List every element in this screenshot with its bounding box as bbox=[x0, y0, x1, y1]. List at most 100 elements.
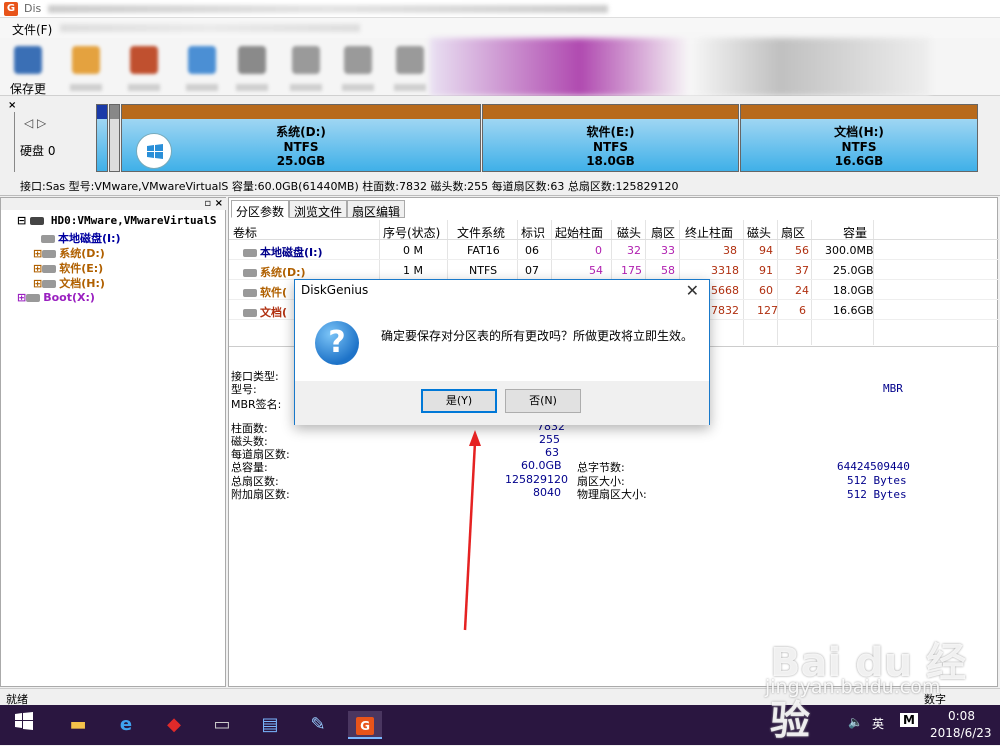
disk-label: 硬盘 0 bbox=[20, 144, 56, 158]
windows-logo-icon bbox=[136, 133, 172, 169]
app-red-diamond-icon[interactable]: ◆ bbox=[160, 711, 188, 739]
cell: 56 bbox=[795, 244, 809, 257]
col-header[interactable]: 扇区 bbox=[651, 224, 675, 241]
tab-partition-params[interactable]: 分区参数 bbox=[231, 200, 289, 219]
partition-details-panel: 分区参数 浏览文件 扇区编辑 卷标 序号(状态) 文件系统 标识 起始柱面 磁头… bbox=[228, 197, 999, 687]
col-header[interactable]: 起始柱面 bbox=[555, 224, 603, 241]
file-explorer-icon[interactable]: ▬ bbox=[64, 711, 92, 739]
save-confirm-dialog: DiskGenius ✕ ? 确定要保存对分区表的所有更改吗？所做更改将立即生效… bbox=[294, 279, 710, 425]
partition-icon bbox=[42, 280, 57, 288]
tree-item[interactable]: 本地磁盘(I:) bbox=[41, 230, 121, 246]
col-header[interactable]: 序号(状态) bbox=[383, 224, 440, 241]
internet-explorer-icon[interactable]: e bbox=[112, 711, 140, 739]
network-computer-icon[interactable]: ▤ bbox=[256, 711, 284, 739]
close-icon[interactable]: ✕ bbox=[686, 281, 699, 300]
tree-disk-label: HD0:VMware,VMwareVirtualS bbox=[50, 214, 217, 227]
cell: 25.0GB bbox=[833, 264, 874, 277]
save-changes-label: 保存更 bbox=[9, 82, 46, 96]
partition-bar-system[interactable]: 系统(D:) NTFS 25.0GB bbox=[121, 104, 481, 172]
start-windows-icon[interactable] bbox=[10, 711, 38, 739]
cell: 6 bbox=[799, 304, 806, 317]
no-button[interactable]: 否(N) bbox=[505, 389, 581, 413]
col-header[interactable]: 标识 bbox=[521, 224, 545, 241]
toolbar-button-4[interactable] bbox=[180, 44, 224, 94]
toolbar-button-6[interactable] bbox=[284, 44, 328, 94]
partition-icon bbox=[42, 265, 57, 273]
tree-item-label: 软件(E:) bbox=[59, 262, 104, 275]
toolbar-button-8[interactable] bbox=[388, 44, 432, 94]
col-header[interactable]: 磁头 bbox=[747, 224, 771, 241]
title-bar: G Dis bbox=[0, 0, 1000, 18]
col-header[interactable]: 卷标 bbox=[233, 224, 257, 241]
expand-icon[interactable]: ⊞ bbox=[33, 277, 42, 290]
tab-browse-files[interactable]: 浏览文件 bbox=[289, 200, 347, 219]
tree-item-label: 文档(H:) bbox=[59, 277, 105, 290]
partition-name: 软件(E:) bbox=[586, 125, 635, 139]
dialog-message: 确定要保存对分区表的所有更改吗？所做更改将立即生效。 bbox=[381, 329, 694, 343]
tab-sector-edit[interactable]: 扇区编辑 bbox=[347, 200, 405, 219]
diskgenius-logo-icon: G bbox=[4, 2, 18, 16]
cell: 07 bbox=[525, 264, 539, 277]
partition-name: 文档(H:) bbox=[834, 125, 884, 139]
col-header[interactable]: 容量 bbox=[843, 224, 867, 241]
toolbar-button-5[interactable] bbox=[230, 44, 274, 94]
tree-disk-node[interactable]: ⊟ HD0:VMware,VMwareVirtualS bbox=[17, 214, 216, 227]
diskgenius-taskbar-icon[interactable]: G bbox=[348, 711, 382, 739]
partition-bar-local-disk[interactable] bbox=[96, 104, 108, 172]
partition-bar-software[interactable]: 软件(E:) NTFS 18.0GB bbox=[482, 104, 739, 172]
col-header[interactable]: 磁头 bbox=[617, 224, 641, 241]
toolbar-button-7[interactable] bbox=[336, 44, 380, 94]
col-header[interactable]: 扇区 bbox=[781, 224, 805, 241]
collapse-icon[interactable]: ⊟ bbox=[17, 214, 26, 227]
partition-size: 18.0GB bbox=[586, 154, 635, 168]
close-icon[interactable]: × bbox=[8, 100, 16, 111]
cell: FAT16 bbox=[467, 244, 500, 257]
menu-file[interactable]: 文件(F) bbox=[12, 21, 52, 38]
partition-icon bbox=[41, 235, 55, 243]
expand-icon[interactable]: ⊞ bbox=[17, 291, 26, 304]
partition-fs: NTFS bbox=[841, 140, 877, 154]
disk-nav-arrows-icon[interactable]: ◁ ▷ bbox=[24, 116, 46, 130]
quick-partition-icon bbox=[188, 46, 216, 74]
tree-item[interactable]: ⊞ 系统(D:) bbox=[33, 245, 105, 261]
paint-icon[interactable]: ✎ bbox=[304, 711, 332, 739]
disk-map-area: × ◁ ▷ 硬盘 0 系统(D:) NTFS 25.0GB 软件(E:) NTF… bbox=[0, 96, 1000, 196]
yes-button[interactable]: 是(Y) bbox=[421, 389, 497, 413]
dialog-footer: 是(Y) 否(N) bbox=[295, 381, 709, 425]
partition-bar-boot[interactable] bbox=[109, 104, 120, 172]
cell: 91 bbox=[759, 264, 773, 277]
dialog-title: DiskGenius bbox=[301, 283, 369, 297]
new-partition-icon bbox=[238, 46, 266, 74]
backup-partition-icon bbox=[396, 46, 424, 74]
partition-name: 系统(D:) bbox=[276, 125, 326, 139]
toolbar-button-2[interactable] bbox=[64, 44, 108, 94]
recover-icon bbox=[130, 46, 158, 74]
toolbar-button-3[interactable] bbox=[122, 44, 166, 94]
terminal-icon[interactable]: ▭ bbox=[208, 711, 236, 739]
partition-icon bbox=[42, 250, 57, 258]
sectors-per-track-value: 63 bbox=[545, 446, 559, 459]
table-row[interactable]: 本地磁盘(I:) 0 M FAT16 06 0 32 33 38 94 56 3… bbox=[229, 241, 999, 260]
sector-size-value: 512 Bytes bbox=[847, 474, 907, 487]
pin-icon[interactable]: ▫ × bbox=[204, 198, 223, 209]
window-title: Dis bbox=[24, 2, 42, 15]
col-header[interactable]: 终止柱面 bbox=[685, 224, 733, 241]
tree-item[interactable]: ⊞ 文档(H:) bbox=[33, 275, 105, 291]
col-header[interactable]: 文件系统 bbox=[457, 224, 505, 241]
toolbar: 保存更 bbox=[0, 38, 1000, 96]
tree-item[interactable]: ⊞ Boot(X:) bbox=[17, 291, 95, 304]
blurred-menu-items bbox=[60, 24, 360, 32]
cell: 300.0MB bbox=[825, 244, 874, 257]
partition-grid-header: 卷标 序号(状态) 文件系统 标识 起始柱面 磁头 扇区 终止柱面 磁头 扇区 … bbox=[229, 220, 999, 240]
expand-icon[interactable]: ⊞ bbox=[33, 247, 42, 260]
expand-icon[interactable]: ⊞ bbox=[33, 262, 42, 275]
dialog-body: ? 确定要保存对分区表的所有更改吗？所做更改将立即生效。 bbox=[295, 301, 709, 381]
cell: 37 bbox=[795, 264, 809, 277]
table-row[interactable]: 系统(D:) 1 M NTFS 07 54 175 58 3318 91 37 … bbox=[229, 261, 999, 280]
save-changes-button[interactable]: 保存更 bbox=[6, 44, 50, 96]
tree-item[interactable]: ⊞ 软件(E:) bbox=[33, 260, 103, 276]
dialog-title-bar: DiskGenius ✕ bbox=[295, 280, 709, 301]
extra-sectors-label: 附加扇区数: bbox=[231, 488, 290, 501]
partition-bar-documents[interactable]: 文档(H:) NTFS 16.6GB bbox=[740, 104, 978, 172]
cell: 94 bbox=[759, 244, 773, 257]
